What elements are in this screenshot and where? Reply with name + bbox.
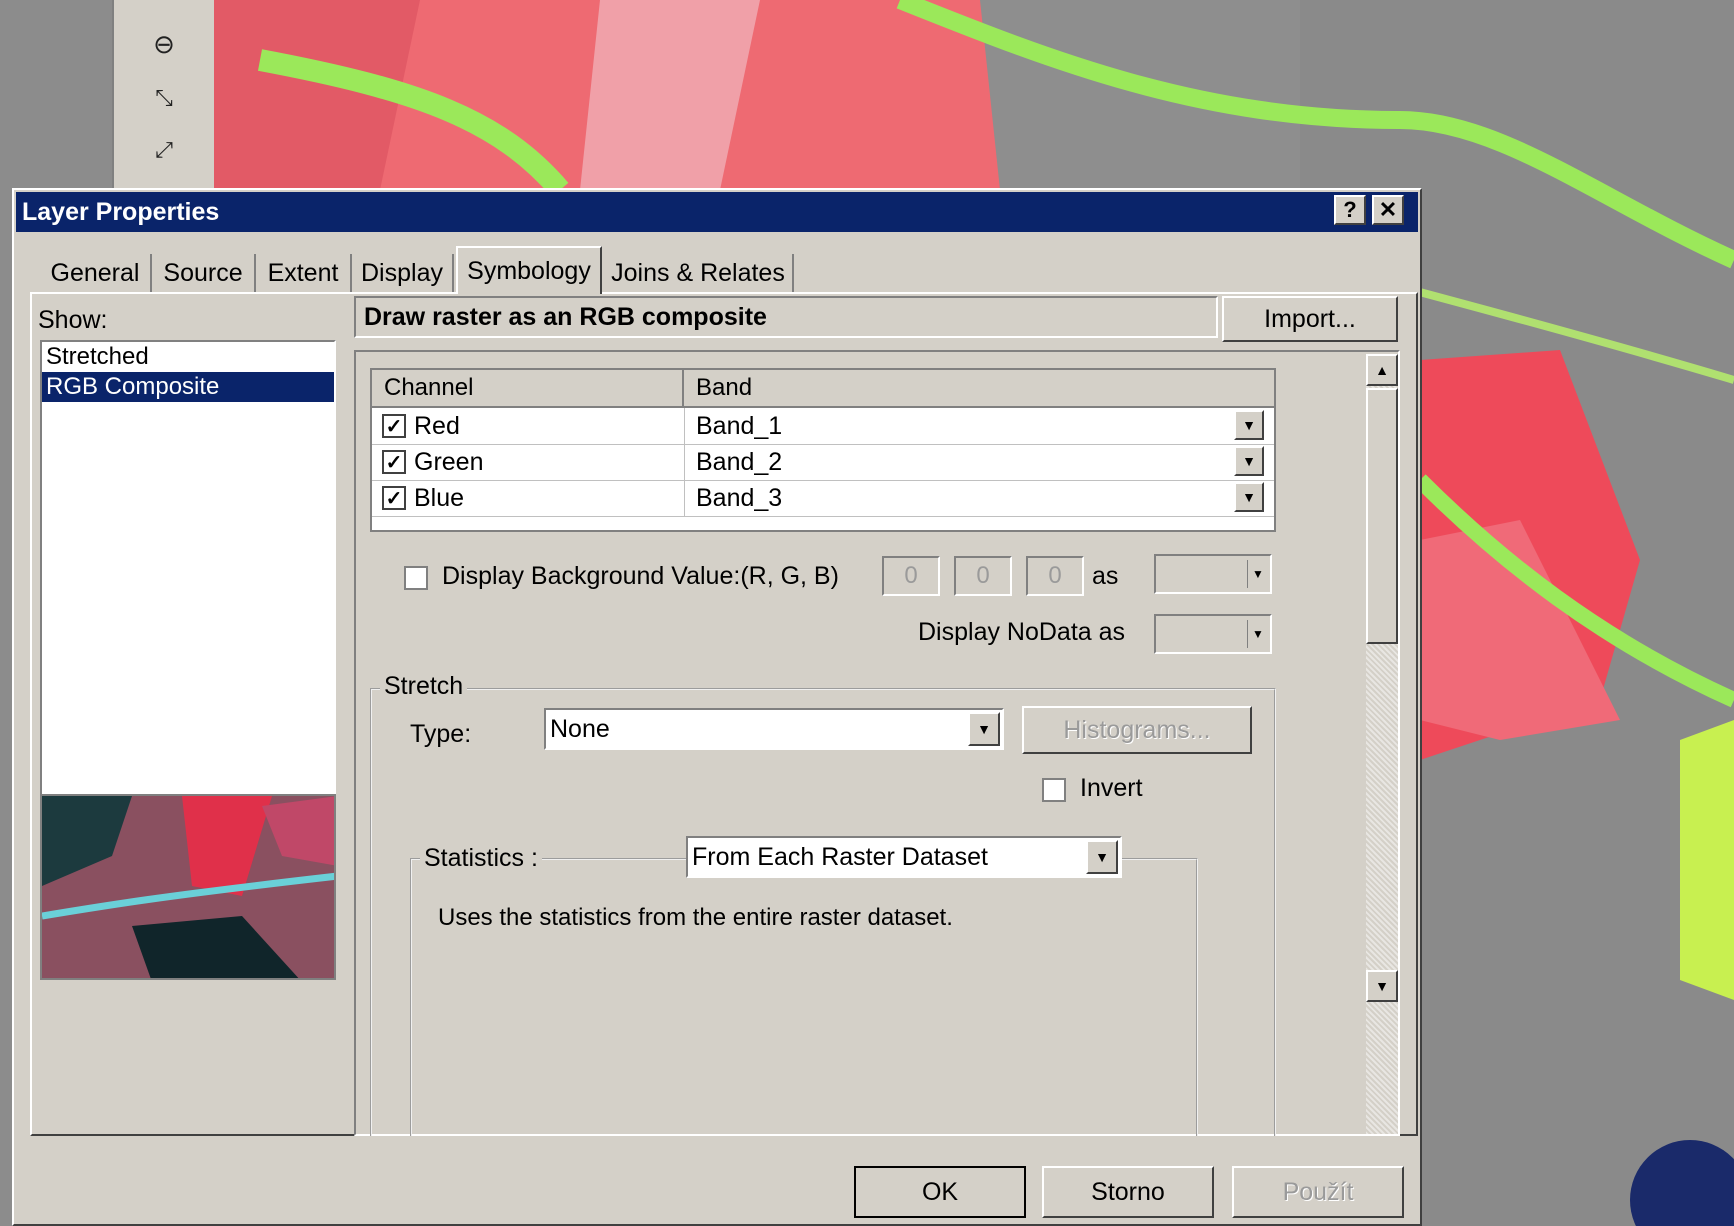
blue-channel-checkbox[interactable]: ✓ [382,486,406,510]
invert-checkbox[interactable] [1042,778,1066,802]
statistics-groupbox [410,858,1198,1136]
import-button[interactable]: Import... [1222,296,1398,342]
zoom-fixed-out-icon[interactable]: ⤡ [142,76,186,120]
dropdown-arrow-icon[interactable]: ▼ [1234,446,1264,476]
red-channel-checkbox[interactable]: ✓ [382,414,406,438]
close-button[interactable]: ✕ [1372,195,1404,225]
channel-band-table: Channel Band ✓ Red Band_1 ▼ ✓ Green Band… [370,368,1276,532]
dropdown-arrow-icon[interactable]: ▼ [968,712,1000,746]
cell-divider [684,444,685,480]
cancel-button[interactable]: Storno [1042,1166,1214,1218]
cell-divider [684,408,685,444]
layer-properties-dialog: Layer Properties ? ✕ General Source Exte… [12,188,1422,1226]
histograms-button[interactable]: Histograms... [1022,706,1252,754]
column-header-channel: Channel [372,370,684,408]
background-r-input[interactable]: 0 [882,556,940,596]
show-label: Show: [38,306,108,334]
checkmark-icon: ✓ [385,451,403,474]
stretch-type-label: Type: [410,720,472,748]
zoom-out-icon[interactable]: ⊖ [142,22,186,66]
channel-name: Green [414,448,484,476]
dropdown-arrow-icon[interactable]: ▼ [1247,620,1268,648]
dropdown-arrow-icon[interactable]: ▼ [1086,840,1118,874]
band-value[interactable]: Band_2 [696,448,782,477]
tab-general[interactable]: General [40,254,152,292]
raster-preview-image [42,796,334,978]
invert-label: Invert [1080,774,1143,802]
checkmark-icon: ✓ [385,487,403,510]
map-toolbar: ⊖ ⤡ ⤢ [112,0,214,190]
band-value[interactable]: Band_1 [696,412,782,441]
renderer-heading: Draw raster as an RGB composite [354,296,1218,338]
tab-display[interactable]: Display [352,254,454,292]
background-color-dropdown[interactable]: ▼ [1154,554,1272,594]
dropdown-arrow-icon[interactable]: ▼ [1234,482,1264,512]
stretch-type-value: None [550,714,610,743]
dropdown-arrow-icon[interactable]: ▼ [1234,410,1264,440]
statistics-value: From Each Raster Dataset [692,842,988,871]
tab-joins-relates[interactable]: Joins & Relates [604,254,794,292]
scroll-up-icon[interactable]: ▲ [1366,354,1398,386]
cell-divider [684,480,685,516]
show-item-stretched[interactable]: Stretched [42,342,334,372]
zoom-full-extent-icon[interactable]: ⤢ [142,128,186,172]
nodata-label: Display NoData as [918,618,1126,646]
channel-name: Blue [414,484,465,512]
show-item-rgb-composite[interactable]: RGB Composite [42,372,334,402]
band-value[interactable]: Band_3 [696,484,782,513]
tab-symbology[interactable]: Symbology [456,246,602,294]
preview-thumbnail [40,794,336,980]
stretch-group-label: Stretch [380,672,468,701]
scroll-down-icon[interactable]: ▼ [1366,970,1398,1002]
tab-extent[interactable]: Extent [256,254,352,292]
green-channel-checkbox[interactable]: ✓ [382,450,406,474]
stretch-type-select[interactable]: None ▼ [544,708,1004,750]
table-row: ✓ Green Band_2 ▼ [372,444,1274,481]
channel-name: Red [414,412,460,440]
background-b-input[interactable]: 0 [1026,556,1084,596]
dialog-titlebar[interactable]: Layer Properties [16,192,1418,232]
background-value-checkbox[interactable] [404,566,428,590]
statistics-label: Statistics : [420,844,542,873]
show-listbox[interactable]: Stretched RGB Composite [40,340,336,870]
apply-button[interactable]: Použít [1232,1166,1404,1218]
background-value-label: Display Background Value:(R, G, B) [442,562,839,590]
dialog-title: Layer Properties [22,197,220,226]
ok-button[interactable]: OK [854,1166,1026,1218]
as-label: as [1092,562,1119,590]
statistics-select[interactable]: From Each Raster Dataset ▼ [686,836,1122,878]
nodata-color-dropdown[interactable]: ▼ [1154,614,1272,654]
help-button[interactable]: ? [1334,195,1366,225]
column-header-band: Band [684,370,1274,408]
statistics-description: Uses the statistics from the entire rast… [438,904,953,931]
tab-source[interactable]: Source [152,254,256,292]
dropdown-arrow-icon[interactable]: ▼ [1247,560,1268,588]
scrollbar-thumb[interactable] [1366,388,1398,644]
table-row: ✓ Blue Band_3 ▼ [372,480,1274,517]
table-row: ✓ Red Band_1 ▼ [372,408,1274,445]
vertical-scrollbar[interactable]: ▲ ▼ [1366,354,1398,1134]
checkmark-icon: ✓ [385,415,403,438]
background-g-input[interactable]: 0 [954,556,1012,596]
